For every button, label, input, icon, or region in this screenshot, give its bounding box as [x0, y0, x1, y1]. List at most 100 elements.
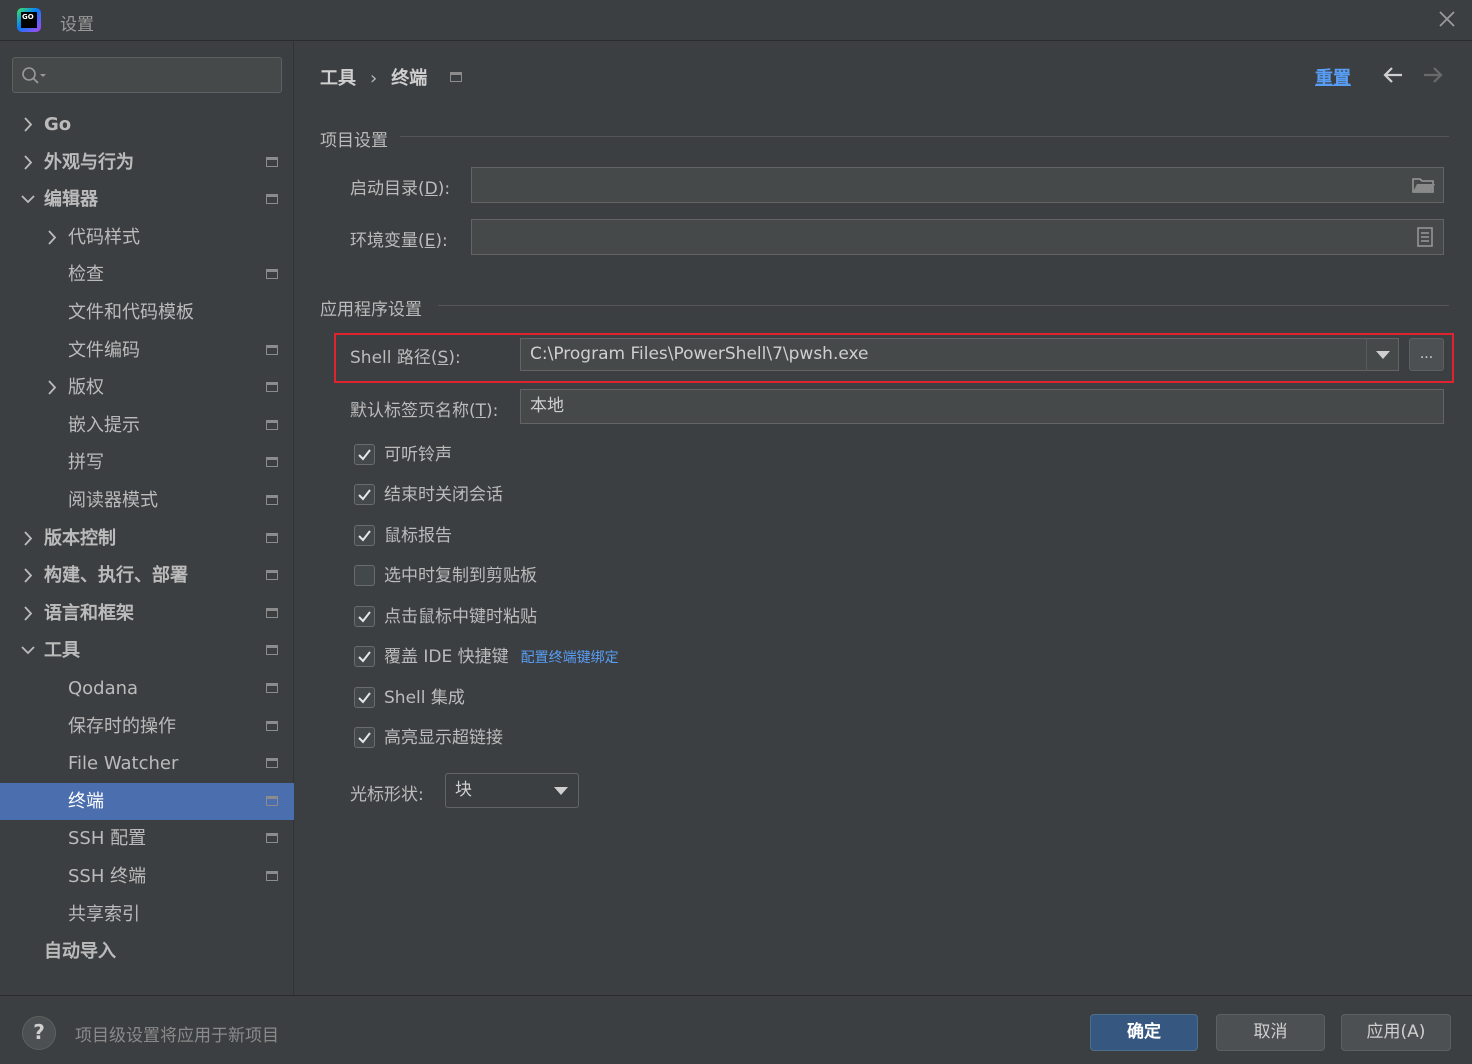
project-scope-icon [266, 344, 278, 355]
sidebar-item[interactable]: 检查 [0, 256, 294, 293]
section-divider [438, 305, 1449, 306]
sidebar-item[interactable]: 工具 [0, 632, 294, 669]
logo-text: GO [21, 12, 37, 28]
sidebar-item[interactable]: Qodana [0, 670, 294, 707]
sidebar-item[interactable]: 自动导入 [0, 933, 294, 970]
env-vars-field[interactable] [471, 219, 1444, 255]
reset-link[interactable]: 重置 [1315, 64, 1351, 90]
checkbox-checked[interactable] [354, 687, 375, 708]
browse-button[interactable]: ... [1409, 338, 1444, 371]
sidebar-item[interactable]: 共享索引 [0, 896, 294, 933]
back-arrow-icon[interactable] [1382, 64, 1404, 86]
tab-name-field[interactable]: 本地 [520, 389, 1444, 424]
sidebar-item[interactable]: 文件和代码模板 [0, 294, 294, 331]
sidebar-item-label: 构建、执行、部署 [44, 565, 188, 587]
sidebar-item[interactable]: 编辑器 [0, 181, 294, 218]
project-scope-icon [266, 495, 278, 505]
checkmark-icon [358, 651, 371, 663]
checkbox-label: 覆盖 IDE 快捷键 配置终端键绑定 [384, 647, 619, 667]
sidebar-item-label: 共享索引 [68, 903, 140, 925]
sidebar-item[interactable]: 保存时的操作 [0, 708, 294, 745]
sidebar-item[interactable]: 外观与行为 [0, 144, 294, 181]
sidebar-item[interactable]: 版本控制 [0, 520, 294, 557]
project-scope-icon [266, 683, 278, 693]
shell-path-combo[interactable]: C:\Program Files\PowerShell\7\pwsh.exe [520, 338, 1367, 371]
goland-logo-icon: GO [17, 8, 41, 32]
project-scope-icon [266, 833, 278, 844]
chevron-down-icon [1376, 351, 1390, 359]
checkbox-unchecked[interactable] [354, 565, 375, 586]
checkbox-checked[interactable] [354, 444, 375, 465]
chevron-right-icon[interactable] [44, 219, 60, 256]
sidebar-item[interactable]: 文件编码 [0, 332, 294, 369]
configure-keybindings-link[interactable]: 配置终端键绑定 [521, 650, 619, 666]
sidebar-item[interactable]: 语言和框架 [0, 595, 294, 632]
checkbox-checked[interactable] [354, 525, 375, 546]
folder-icon[interactable] [1412, 176, 1436, 194]
breadcrumb-parent[interactable]: 工具 [320, 64, 356, 90]
project-scope-icon [266, 532, 278, 543]
checkbox-checked[interactable] [354, 484, 375, 505]
sidebar-item-label: Qodana [68, 678, 139, 699]
project-scope-icon [266, 269, 278, 280]
project-scope-icon [266, 795, 278, 806]
env-vars-label: 环境变量(E): [350, 231, 448, 251]
cancel-button[interactable]: 取消 [1216, 1014, 1325, 1051]
project-scope-icon [266, 419, 278, 430]
checkmark-icon [358, 611, 371, 623]
checkbox-label: 点击鼠标中键时粘贴 [384, 607, 537, 627]
sidebar-item-label: 代码样式 [68, 226, 140, 248]
sidebar-item-label: 拼写 [68, 452, 104, 474]
chevron-right-icon[interactable] [20, 557, 36, 594]
checkbox-label: 鼠标报告 [384, 526, 452, 546]
ok-button[interactable]: 确定 [1090, 1014, 1198, 1051]
chevron-right-icon[interactable] [20, 595, 36, 632]
sidebar-item[interactable]: 嵌入提示 [0, 407, 294, 444]
forward-arrow-icon[interactable] [1422, 64, 1444, 86]
sidebar-item-label: 工具 [44, 640, 80, 662]
sidebar-item[interactable]: 拼写 [0, 444, 294, 481]
sidebar-item[interactable]: Go [0, 106, 294, 143]
tab-name-label: 默认标签页名称(T): [350, 401, 499, 421]
close-icon[interactable] [1436, 8, 1458, 30]
checkmark-icon [358, 449, 371, 461]
chevron-right-icon[interactable] [20, 106, 36, 143]
dialog-footer: ? 项目级设置将应用于新项目 确定 取消 应用(A) [0, 995, 1472, 1064]
search-input[interactable] [49, 63, 274, 87]
settings-search-box[interactable] [12, 57, 282, 93]
sidebar-item[interactable]: 版权 [0, 369, 294, 406]
settings-sidebar: Go 外观与行为编辑器代码样式检查 文件和代码模板 文件编码 版权嵌入提示拼写阅读器模式… [0, 42, 294, 995]
checkbox-label: 选中时复制到剪贴板 [384, 566, 537, 586]
checkbox-checked[interactable] [354, 727, 375, 748]
apply-button[interactable]: 应用(A) [1341, 1014, 1451, 1051]
cursor-shape-label: 光标形状: [350, 785, 424, 805]
chevron-down-icon[interactable] [20, 632, 36, 669]
help-button[interactable]: ? [22, 1016, 56, 1050]
document-icon[interactable] [1416, 226, 1434, 248]
sidebar-item[interactable]: 代码样式 [0, 219, 294, 256]
chevron-right-icon[interactable] [20, 520, 36, 557]
sidebar-item[interactable]: 终端 [0, 782, 294, 820]
start-dir-field[interactable] [471, 167, 1444, 203]
sidebar-item-label: 外观与行为 [44, 151, 134, 173]
sidebar-item[interactable]: SSH 配置 [0, 820, 294, 857]
sidebar-item[interactable]: 阅读器模式 [0, 482, 294, 519]
sidebar-item-label: 嵌入提示 [68, 414, 140, 436]
sidebar-item-label: 版本控制 [44, 527, 116, 549]
project-scope-icon [266, 720, 278, 731]
sidebar-item-label: 编辑器 [44, 189, 98, 211]
sidebar-item[interactable]: 构建、执行、部署 [0, 557, 294, 594]
checkbox-checked[interactable] [354, 606, 375, 627]
chevron-down-icon[interactable] [20, 181, 36, 218]
sidebar-item[interactable]: File Watcher [0, 745, 294, 782]
checkbox-checked[interactable] [354, 646, 375, 667]
section-divider [400, 136, 1449, 137]
shell-path-dropdown-button[interactable] [1366, 338, 1399, 371]
cursor-shape-select[interactable]: 块 [445, 773, 579, 808]
breadcrumb-separator: › [370, 68, 378, 89]
chevron-right-icon[interactable] [44, 369, 60, 406]
sidebar-item-label: 阅读器模式 [68, 490, 158, 511]
chevron-right-icon[interactable] [20, 144, 36, 181]
checkbox-label: 可听铃声 [384, 445, 452, 465]
sidebar-item[interactable]: SSH 终端 [0, 858, 294, 895]
